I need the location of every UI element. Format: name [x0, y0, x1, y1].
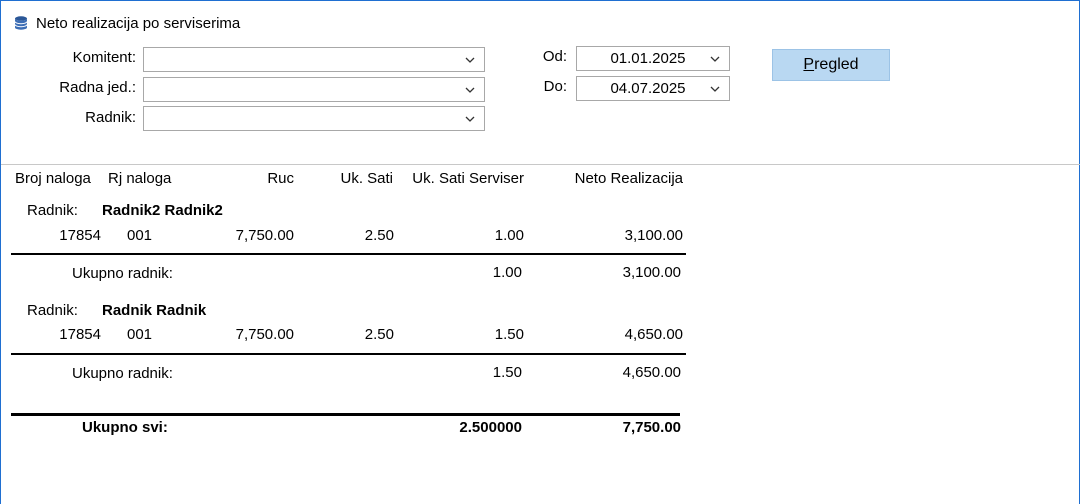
row-neto-realizacija: 3,100.00 — [624, 227, 683, 244]
chevron-down-icon[interactable] — [464, 84, 476, 96]
group-total-label: Ukupno radnik: — [72, 365, 173, 382]
chevron-down-icon[interactable] — [709, 83, 721, 95]
row-uk-sati: 2.50 — [364, 326, 394, 343]
radnik-label: Radnik: — [85, 109, 136, 126]
group-total-label: Ukupno radnik: — [72, 265, 173, 282]
do-date-value: 04.07.2025 — [610, 80, 686, 97]
row-uk-sati-serviser: 1.50 — [494, 326, 524, 343]
grand-total-neto: 7,750.00 — [622, 419, 681, 436]
chevron-down-icon[interactable] — [464, 54, 476, 66]
group-total-neto: 4,650.00 — [622, 364, 681, 381]
col-header-rj-naloga: Rj naloga — [108, 170, 172, 187]
pregled-label: regled — [814, 56, 859, 73]
radna-jed-combobox[interactable] — [143, 77, 485, 102]
row-ruc: 7,750.00 — [235, 326, 294, 343]
panel-separator — [1, 164, 1080, 165]
col-header-uk-sati: Uk. Sati — [340, 170, 393, 187]
row-broj-naloga: 17854 — [59, 326, 101, 343]
do-date-picker[interactable]: 04.07.2025 — [576, 76, 730, 101]
group-total-sati-serviser: 1.00 — [492, 264, 522, 281]
grand-total-rule — [11, 413, 680, 416]
grand-total-sati-serviser: 2.500000 — [459, 419, 522, 436]
window-title: Neto realizacija po serviserima — [36, 14, 241, 32]
group-total-rule — [11, 353, 686, 355]
group-radnik-label: Radnik: — [27, 302, 78, 319]
grand-total-label: Ukupno svi: — [82, 419, 168, 436]
col-header-neto-realizacija: Neto Realizacija — [574, 170, 683, 187]
group-radnik-label: Radnik: — [27, 202, 78, 219]
chevron-down-icon[interactable] — [464, 113, 476, 125]
pregled-mnemonic: P — [803, 56, 815, 73]
database-icon — [14, 16, 28, 30]
row-rj-naloga: 001 — [127, 326, 153, 343]
chevron-down-icon[interactable] — [709, 53, 721, 65]
do-label: Do: — [543, 78, 567, 95]
radnik-combobox[interactable] — [143, 106, 485, 131]
row-ruc: 7,750.00 — [235, 227, 294, 244]
col-header-uk-sati-serviser: Uk. Sati Serviser — [412, 170, 524, 187]
window-title-bar: Neto realizacija po serviserima — [13, 13, 240, 33]
od-label: Od: — [542, 48, 567, 65]
pregled-button[interactable]: Pregled — [772, 49, 890, 81]
group-total-sati-serviser: 1.50 — [492, 364, 522, 381]
od-date-picker[interactable]: 01.01.2025 — [576, 46, 730, 71]
od-date-value: 01.01.2025 — [610, 50, 686, 67]
row-uk-sati: 2.50 — [364, 227, 394, 244]
radna-jed-label: Radna jed.: — [59, 79, 136, 96]
row-uk-sati-serviser: 1.00 — [494, 227, 524, 244]
row-rj-naloga: 001 — [127, 227, 153, 244]
col-header-broj-naloga: Broj naloga — [15, 170, 91, 187]
report-window: Neto realizacija po serviserima Komitent… — [0, 0, 1080, 504]
col-header-ruc: Ruc — [267, 170, 294, 187]
komitent-combobox[interactable] — [143, 47, 485, 72]
row-neto-realizacija: 4,650.00 — [624, 326, 683, 343]
group-radnik-name: Radnik2 Radnik2 — [102, 202, 223, 219]
group-radnik-name: Radnik Radnik — [102, 302, 207, 319]
komitent-label: Komitent: — [72, 49, 136, 66]
row-broj-naloga: 17854 — [59, 227, 101, 244]
group-total-rule — [11, 253, 686, 255]
group-total-neto: 3,100.00 — [622, 264, 681, 281]
